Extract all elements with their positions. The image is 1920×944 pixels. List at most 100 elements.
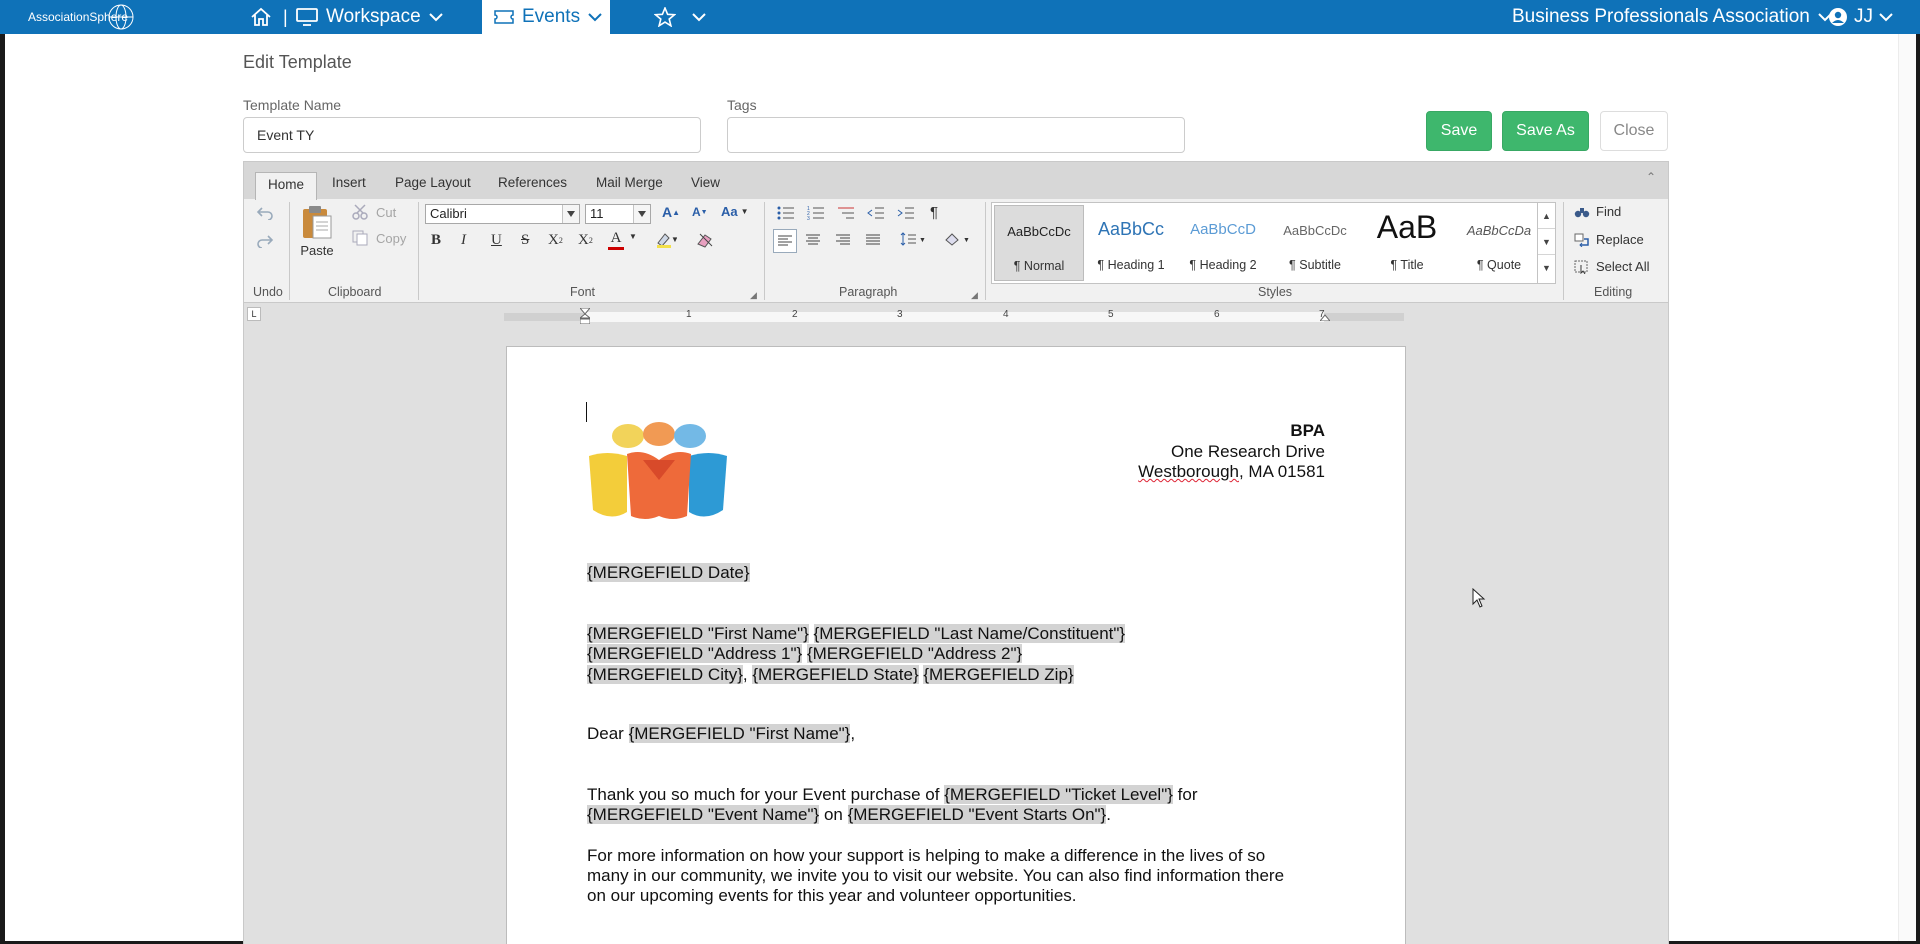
chevron-down-icon xyxy=(588,13,602,22)
numbering-icon[interactable]: 123 xyxy=(807,206,825,220)
close-button[interactable]: Close xyxy=(1600,111,1668,151)
style-quote[interactable]: AaBbCcDa ¶ Quote xyxy=(1454,205,1544,281)
merge-field[interactable]: {MERGEFIELD "Last Name/Constituent"} xyxy=(813,624,1126,643)
tab-home[interactable]: Home xyxy=(255,172,318,200)
style-heading-1[interactable]: AaBbCc ¶ Heading 1 xyxy=(1086,205,1176,281)
align-center-icon[interactable] xyxy=(806,234,820,246)
copy-label: Copy xyxy=(376,230,407,246)
decrease-indent-icon[interactable] xyxy=(867,206,885,220)
tab-view[interactable]: View xyxy=(691,175,720,190)
horizontal-ruler[interactable]: 1 2 3 4 5 6 7 xyxy=(504,308,1404,324)
chevron-down-icon[interactable]: ▼ xyxy=(629,232,637,241)
collapse-ribbon-icon[interactable]: ⌃ xyxy=(1646,170,1656,184)
copy-button[interactable]: Copy xyxy=(352,230,406,246)
highlight-icon[interactable]: ▼ xyxy=(655,232,677,248)
merge-field[interactable]: {MERGEFIELD State} xyxy=(752,665,919,684)
font-dialog-launcher-icon[interactable]: ◢ xyxy=(750,290,757,301)
undo-icon xyxy=(256,207,273,220)
bold-icon[interactable]: B xyxy=(431,232,441,249)
paragraph-dialog-launcher-icon[interactable]: ◢ xyxy=(971,290,978,301)
font-family-select[interactable]: Calibri xyxy=(425,204,580,224)
workspace-menu[interactable]: Workspace xyxy=(296,0,443,34)
font-color-icon[interactable]: A xyxy=(608,230,624,250)
superscript-icon[interactable]: X2 xyxy=(548,232,563,249)
increase-indent-icon[interactable] xyxy=(897,206,915,220)
organization-label: Business Professionals Association xyxy=(1512,6,1810,27)
tab-references[interactable]: References xyxy=(498,175,567,190)
find-button[interactable]: Find xyxy=(1574,204,1621,219)
clipboard-group-label: Clipboard xyxy=(328,285,382,299)
select-all-button[interactable]: Select All xyxy=(1574,259,1649,274)
right-indent-marker-icon[interactable] xyxy=(1320,311,1330,321)
show-formatting-marks-icon[interactable]: ¶ xyxy=(930,204,938,221)
document-canvas[interactable]: L 1 2 3 4 5 6 7 BPA One Research Drive W… xyxy=(243,303,1669,944)
spelling-flagged-word[interactable]: Westborough xyxy=(1138,462,1239,481)
undo-button[interactable] xyxy=(256,206,274,220)
template-name-input[interactable] xyxy=(243,117,701,153)
user-menu[interactable]: JJ xyxy=(1828,0,1893,34)
chevron-up-icon[interactable]: ▲ xyxy=(1538,203,1555,229)
styles-gallery-scroll[interactable]: ▲ ▼ ▼ xyxy=(1537,203,1555,283)
style-heading-2[interactable]: AaBbCcD ¶ Heading 2 xyxy=(1178,205,1268,281)
cut-button[interactable]: Cut xyxy=(352,204,396,220)
merge-field[interactable]: {MERGEFIELD Date} xyxy=(587,563,750,582)
events-menu[interactable]: Events xyxy=(482,0,610,34)
redo-button[interactable] xyxy=(256,234,274,248)
paste-button[interactable]: Paste xyxy=(300,204,334,258)
document-page[interactable]: BPA One Research Drive Westborough, MA 0… xyxy=(506,346,1406,944)
save-button[interactable]: Save xyxy=(1426,111,1492,151)
bpa-logo-image xyxy=(589,422,727,519)
merge-field[interactable]: {MERGEFIELD "First Name"} xyxy=(628,724,851,743)
bullets-icon[interactable] xyxy=(777,206,795,220)
save-as-button[interactable]: Save As xyxy=(1502,111,1589,151)
multilevel-list-icon[interactable] xyxy=(837,206,855,220)
merge-field[interactable]: {MERGEFIELD City} xyxy=(587,665,743,684)
line-spacing-icon[interactable]: ▼ xyxy=(900,232,926,246)
tab-page-layout[interactable]: Page Layout xyxy=(395,175,471,190)
home-button[interactable] xyxy=(250,0,272,34)
more-styles-icon[interactable]: ▼ xyxy=(1538,255,1555,281)
merge-field[interactable]: {MERGEFIELD "First Name"} xyxy=(587,624,809,643)
grow-font-icon[interactable]: A ▲ xyxy=(662,204,680,220)
align-right-icon[interactable] xyxy=(836,234,850,246)
font-size-select[interactable]: 11 xyxy=(585,204,651,224)
body-line-2: {MERGEFIELD "Event Name"} on {MERGEFIELD… xyxy=(587,805,1111,824)
shrink-font-icon[interactable]: A ▼ xyxy=(692,205,708,219)
align-left-icon[interactable] xyxy=(773,229,797,253)
merge-field[interactable]: {MERGEFIELD "Event Starts On"} xyxy=(847,805,1107,824)
tab-stop-selector[interactable]: L xyxy=(247,307,261,321)
merge-field[interactable]: {MERGEFIELD "Address 2"} xyxy=(806,644,1023,663)
organization-menu[interactable]: Business Professionals Association xyxy=(1504,0,1832,34)
editing-group-label: Editing xyxy=(1594,285,1633,299)
tab-mail-merge[interactable]: Mail Merge xyxy=(596,175,663,190)
shading-icon[interactable]: ▼ xyxy=(944,232,970,246)
nav-separator: | xyxy=(283,6,288,27)
svg-text:3: 3 xyxy=(807,216,810,220)
justify-icon[interactable] xyxy=(866,234,880,246)
style-title[interactable]: AaB ¶ Title xyxy=(1362,205,1452,281)
underline-icon[interactable]: U xyxy=(491,232,502,249)
tags-input[interactable] xyxy=(727,117,1185,153)
indent-marker-icon[interactable] xyxy=(580,308,590,324)
subscript-icon[interactable]: X2 xyxy=(578,232,593,249)
clear-formatting-icon[interactable] xyxy=(696,232,714,248)
merge-field[interactable]: {MERGEFIELD "Ticket Level"} xyxy=(944,785,1173,804)
monitor-icon xyxy=(296,8,318,26)
change-case-icon[interactable]: Aa ▼ xyxy=(721,204,749,219)
page-scrollbar[interactable] xyxy=(1898,34,1916,941)
tab-insert[interactable]: Insert xyxy=(332,175,366,190)
style-subtitle[interactable]: AaBbCcDc ¶ Subtitle xyxy=(1270,205,1360,281)
merge-field[interactable]: {MERGEFIELD "Event Name"} xyxy=(587,805,820,824)
app-logo[interactable]: AssociationSphere xyxy=(20,2,140,32)
strikethrough-icon[interactable]: S xyxy=(521,232,529,249)
style-normal[interactable]: AaBbCcDc ¶ Normal xyxy=(994,205,1084,281)
paste-icon xyxy=(303,206,332,239)
favorites-menu[interactable] xyxy=(654,0,706,34)
chevron-down-icon xyxy=(562,205,579,223)
chevron-down-icon[interactable]: ▼ xyxy=(1538,229,1555,255)
merge-field[interactable]: {MERGEFIELD "Address 1"} xyxy=(587,644,803,663)
merge-field[interactable]: {MERGEFIELD Zip} xyxy=(923,665,1074,684)
replace-button[interactable]: Replace xyxy=(1574,232,1644,247)
text-caret xyxy=(586,402,587,422)
italic-icon[interactable]: I xyxy=(461,232,466,249)
